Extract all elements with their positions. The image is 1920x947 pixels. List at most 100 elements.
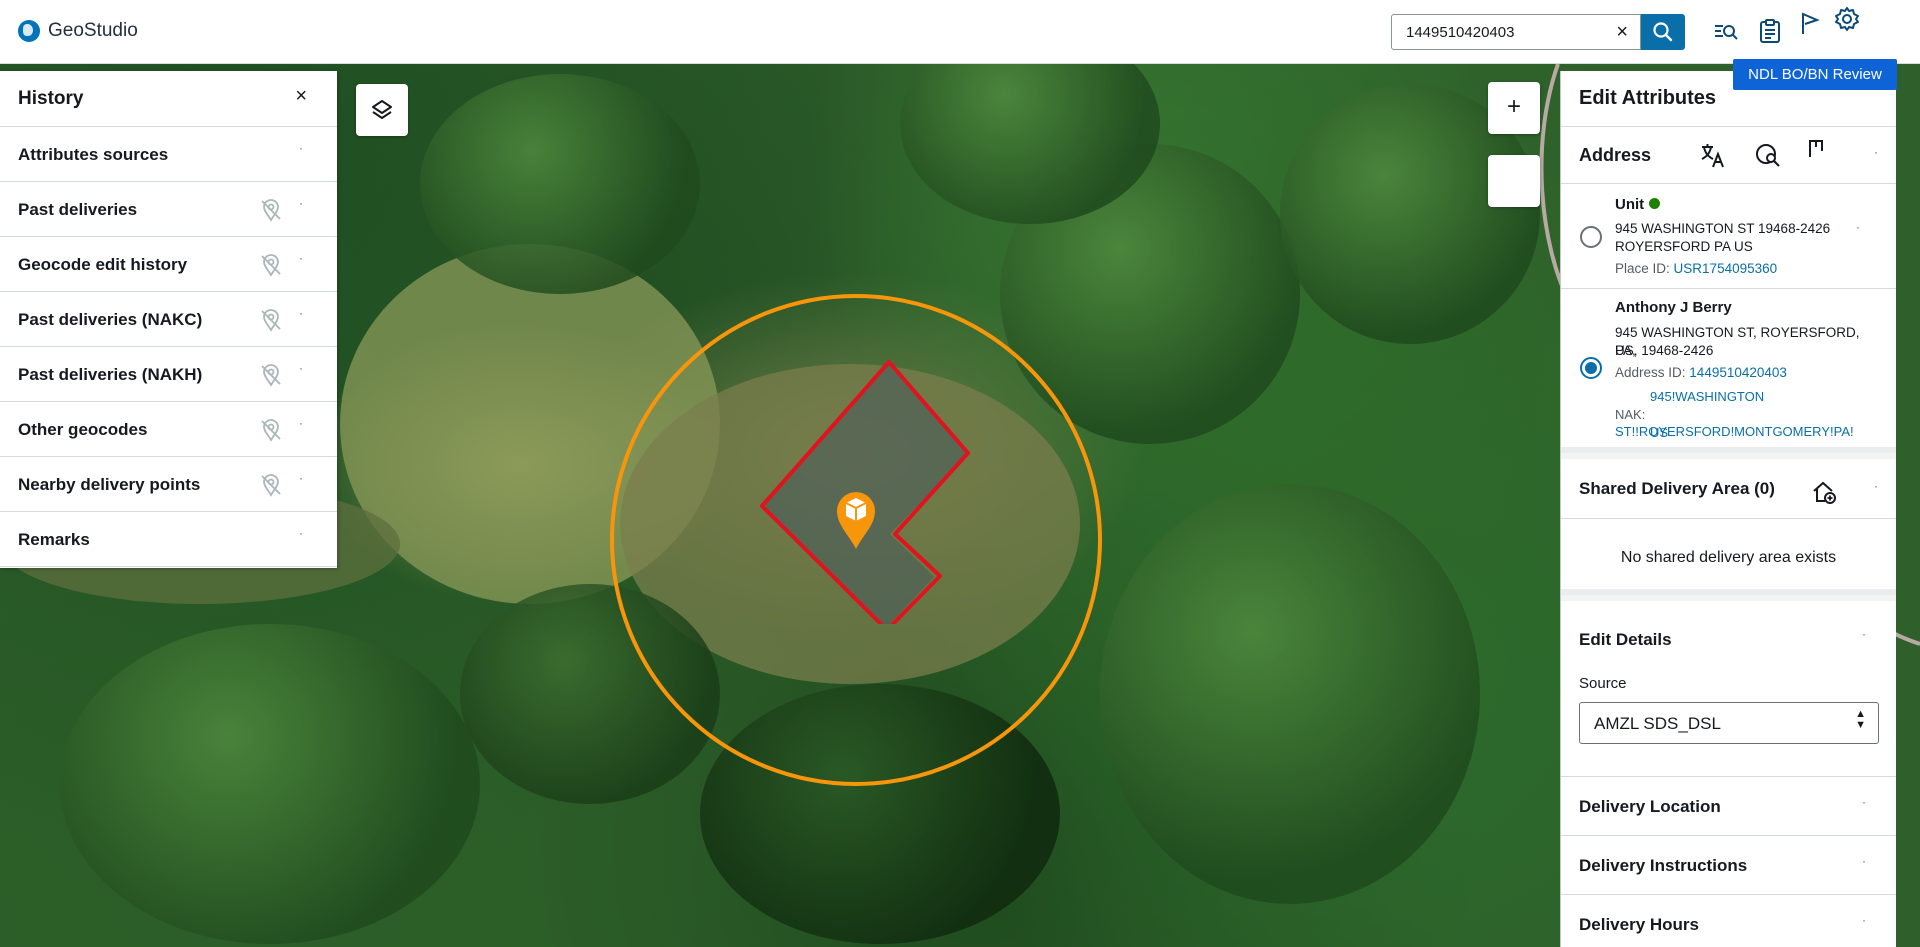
unit-place-id: Place ID: USR1754095360 [1615,261,1778,276]
history-item[interactable]: Past deliveries (NAKC) · [0,292,337,347]
history-item[interactable]: Geocode edit history · [0,237,337,292]
layers-button[interactable] [356,84,408,136]
history-item[interactable]: Other geocodes · [0,402,337,457]
chevron-icon: · [1862,627,1866,641]
history-item[interactable]: Past deliveries · [0,182,337,237]
tree-canopy [1100,484,1480,904]
zoom-in-button[interactable]: + [1488,82,1540,134]
status-dot-icon [1649,198,1661,209]
chevron-icon: · [299,251,303,265]
history-item-label: Past deliveries (NAKC) [18,310,203,329]
split-icon[interactable] [1805,135,1829,159]
package-marker-icon[interactable] [833,489,879,551]
search-box: × [1391,14,1641,50]
empty-state-text: No shared delivery area exists [1620,549,1837,566]
history-title: History [18,88,84,109]
add-home-icon[interactable] [1811,479,1837,505]
source-value: AMZL SDS_DSL [1594,714,1721,733]
history-item-label: Past deliveries (NAKH) [18,365,203,384]
history-item[interactable]: Attributes sources · [0,127,337,182]
location-off-icon[interactable] [259,418,283,442]
source-select[interactable]: AMZL SDS_DSL ▲ ▼ [1579,702,1879,744]
edit-attributes-panel: Edit Attributes × Address · Unit 945 WAS… [1560,71,1896,947]
history-item-label: Nearby delivery points [18,475,201,494]
select-arrows-icon: ▲ ▼ [1855,708,1866,731]
unit-address-line-2: ROYERSFORD PA US [1615,239,1753,254]
edit-details-section: Edit Details · Source AMZL SDS_DSL ▲ ▼ [1561,601,1896,777]
map-control-button[interactable] [1488,155,1540,207]
history-item-label: Remarks [18,530,90,549]
address-option-berry[interactable]: Anthony J Berry 945 WASHINGTON ST, ROYER… [1561,289,1896,453]
ndl-review-button[interactable]: NDL BO/BN Review [1733,59,1897,90]
globe-search-icon[interactable] [1754,141,1782,169]
search-list-icon[interactable] [1713,18,1739,44]
section-title: Delivery Instructions [1579,856,1748,875]
chevron-icon: · [299,526,303,540]
chevron-icon: · [299,141,303,155]
address-section-header[interactable]: Address · [1561,127,1896,184]
shared-delivery-area-header[interactable]: Shared Delivery Area (0) · [1561,459,1896,519]
translate-icon[interactable] [1699,141,1727,169]
collapsed-section[interactable]: Delivery Location · [1561,777,1896,836]
close-icon[interactable]: × [295,85,307,108]
history-item[interactable]: Nearby delivery points · [0,457,337,512]
app-brand[interactable]: GeoStudio [18,20,138,42]
location-off-icon[interactable] [259,308,283,332]
unit-title: Unit [1615,196,1661,213]
tree-canopy [420,74,700,294]
tree-canopy [60,624,480,944]
berry-address-line-2: US, 19468-2426 [1615,343,1714,358]
gear-icon[interactable] [1834,6,1860,32]
chevron-icon: · [1862,913,1866,927]
history-item-label: Other geocodes [18,420,148,439]
clear-search-icon[interactable]: × [1616,21,1628,44]
section-title: Delivery Location [1579,797,1721,816]
history-item[interactable]: Remarks · [0,512,337,567]
location-off-icon[interactable] [259,198,283,222]
source-label: Source [1579,675,1627,692]
nak-line-1: 945!WASHINGTON [1650,389,1765,404]
section-title: Delivery Hours [1579,915,1699,934]
place-id-link[interactable]: USR1754095360 [1674,261,1778,276]
search-button[interactable] [1641,14,1685,50]
clipboard-icon[interactable] [1757,18,1783,44]
history-item-label: Geocode edit history [18,255,188,274]
globe-icon [18,20,40,42]
search-icon [1653,22,1673,42]
berry-radio[interactable] [1580,357,1602,379]
history-panel: History × Attributes sources · Past delive… [0,71,337,568]
address-option-unit[interactable]: Unit 945 WASHINGTON ST 19468-2426 ROYERS… [1561,184,1896,289]
search-input[interactable] [1406,24,1606,41]
history-header: History × [0,71,337,127]
edit-attributes-title: Edit Attributes [1579,87,1717,109]
top-bar: GeoStudio × [0,0,1920,64]
nak-line-3: US [1650,425,1669,440]
app-title: GeoStudio [48,20,138,41]
collapsed-section[interactable]: Delivery Hours · [1561,895,1896,947]
chevron-icon: · [299,306,303,320]
shared-delivery-area-body: No shared delivery area exists [1561,519,1896,595]
edit-details-title: Edit Details [1579,630,1672,649]
chevron-icon: · [299,196,303,210]
location-off-icon[interactable] [259,363,283,387]
chevron-icon: · [299,361,303,375]
address-id-link[interactable]: 1449510420403 [1689,365,1787,380]
chevron-icon: · [1862,795,1866,809]
chevron-icon: · [1856,220,1860,234]
unit-radio[interactable] [1580,226,1602,248]
history-item[interactable]: Past deliveries (NAKH) · [0,347,337,402]
chevron-icon: · [299,471,303,485]
chevron-icon: · [1874,145,1878,159]
collapsed-section[interactable]: Delivery Instructions · [1561,836,1896,895]
chevron-icon: · [1862,854,1866,868]
chevron-icon: · [299,416,303,430]
flag-icon[interactable] [1797,10,1823,36]
shared-delivery-area-title: Shared Delivery Area (0) [1579,479,1775,498]
location-off-icon[interactable] [259,473,283,497]
unit-address-line-1: 945 WASHINGTON ST 19468-2426 [1615,221,1831,236]
berry-title: Anthony J Berry [1615,299,1732,316]
location-off-icon[interactable] [259,253,283,277]
building-footprint[interactable] [700,304,1020,624]
berry-address-id: Address ID: 1449510420403 [1615,365,1787,380]
chevron-icon: · [1874,479,1878,493]
